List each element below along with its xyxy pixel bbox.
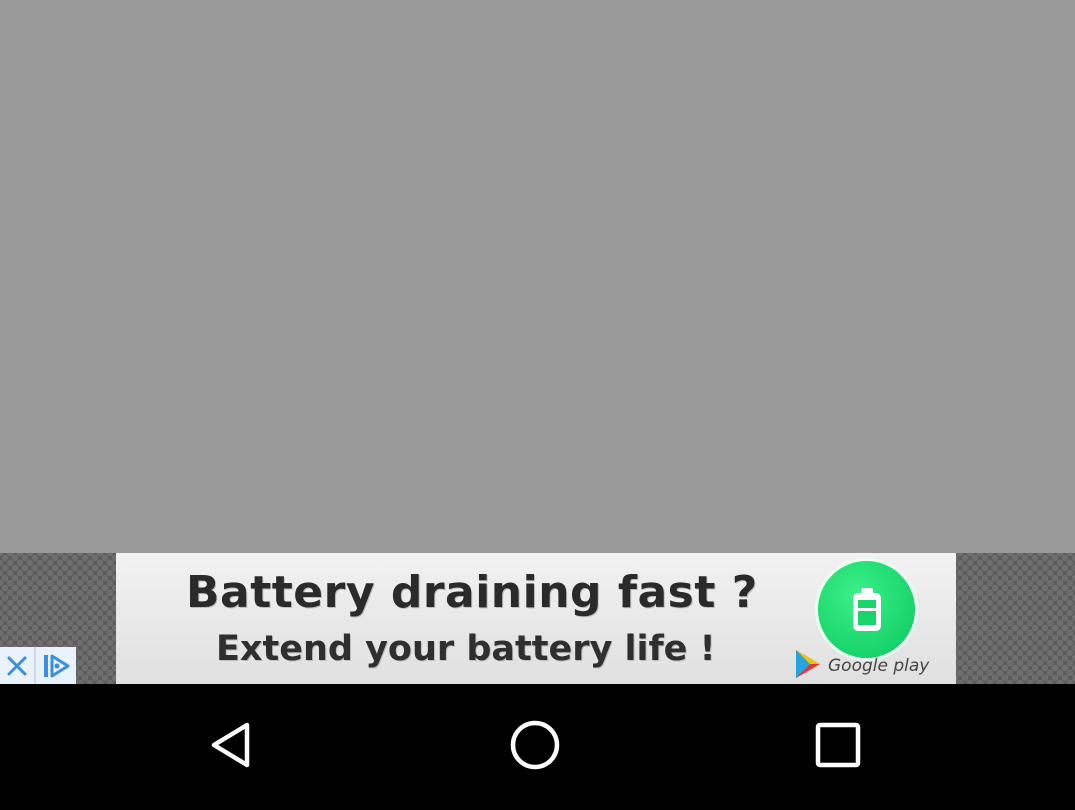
back-button[interactable] bbox=[202, 717, 262, 777]
back-triangle-icon bbox=[206, 719, 258, 776]
ad-choices-icon[interactable] bbox=[36, 647, 76, 684]
home-button[interactable] bbox=[505, 717, 565, 777]
close-icon[interactable] bbox=[0, 647, 36, 684]
google-play-icon bbox=[794, 649, 822, 684]
app-content-area bbox=[0, 0, 1075, 553]
battery-icon bbox=[818, 561, 915, 658]
recents-square-icon bbox=[813, 720, 863, 775]
ad-controls bbox=[0, 647, 76, 684]
google-play-label: Google play bbox=[828, 656, 930, 676]
home-circle-icon bbox=[508, 718, 562, 777]
recents-button[interactable] bbox=[808, 717, 868, 777]
ad-subline: Extend your battery life ! bbox=[216, 629, 716, 669]
ad-banner[interactable]: Battery draining fast ? Extend your batt… bbox=[116, 553, 956, 684]
google-play-badge: Google play bbox=[794, 649, 934, 683]
ad-headline: Battery draining fast ? bbox=[186, 567, 758, 618]
system-navigation-bar bbox=[0, 684, 1075, 810]
